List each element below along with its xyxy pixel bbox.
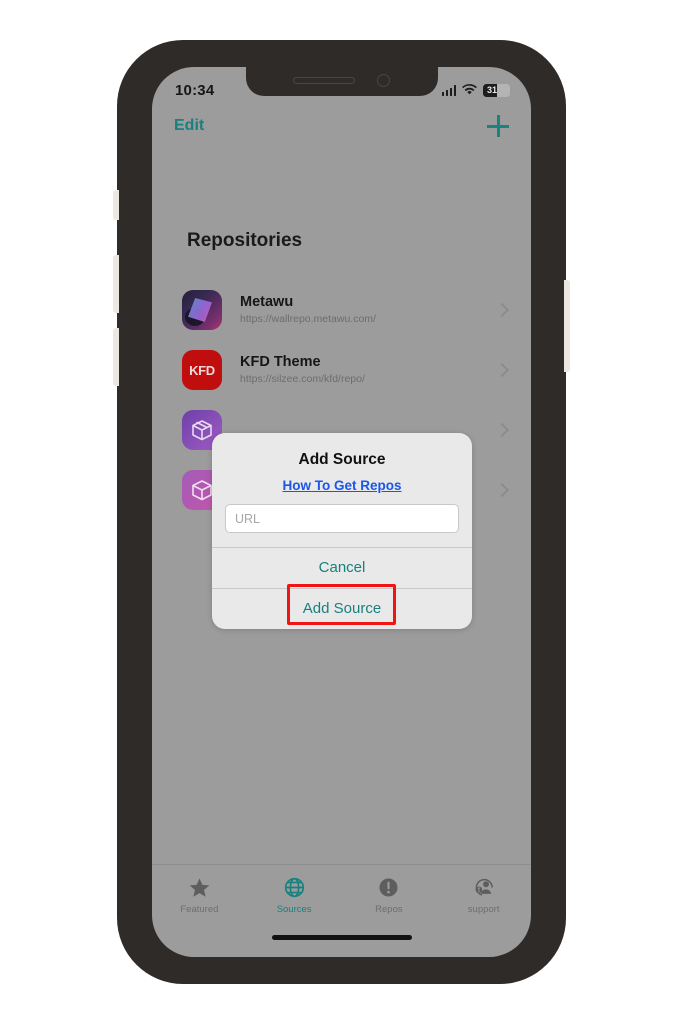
dialog-title: Add Source [298,451,386,468]
add-source-dialog: Add Source How To Get Repos Cancel Add S… [212,433,472,629]
power-button[interactable] [564,280,570,372]
cancel-button[interactable]: Cancel [212,547,472,588]
volume-down-button[interactable] [113,328,119,386]
phone-frame: 10:34 31 Edit Repositories Metawu https:… [113,40,570,984]
volume-up-button[interactable] [113,255,119,313]
confirm-row: Add Source [212,584,472,629]
how-to-get-repos-link[interactable]: How To Get Repos [212,469,472,493]
silent-switch-button[interactable] [113,190,119,220]
add-source-button[interactable]: Add Source [212,588,472,629]
phone-screen: 10:34 31 Edit Repositories Metawu https:… [152,67,531,957]
url-input[interactable] [225,504,459,533]
url-field-wrapper [212,493,472,547]
